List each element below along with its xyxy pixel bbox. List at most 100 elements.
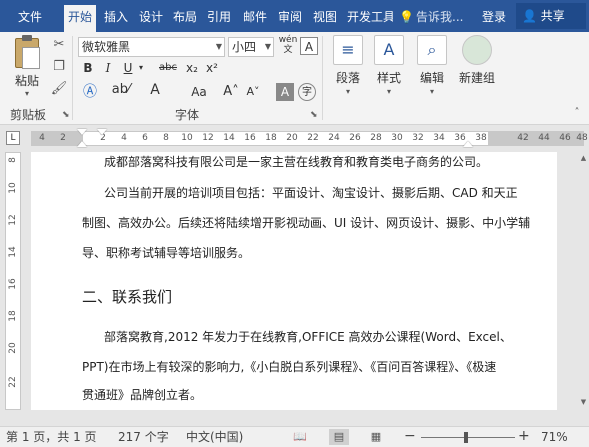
- ruler-number: 14: [8, 246, 18, 258]
- document-line: 部落窝教育,2012 年发力于在线教育,OFFICE 高效办公课程(Word、E…: [104, 330, 512, 344]
- ruler-number: 4: [121, 133, 127, 143]
- superscript-button[interactable]: x²: [204, 59, 220, 77]
- tell-me-text: 告诉我...: [416, 10, 464, 24]
- zoom-slider[interactable]: [421, 437, 515, 438]
- indent-marker[interactable]: [97, 129, 107, 135]
- read-mode-icon[interactable]: 📖: [290, 429, 310, 445]
- chevron-down-icon[interactable]: ▾: [136, 59, 146, 77]
- scroll-down-icon[interactable]: ▼: [579, 398, 588, 407]
- ruler-number: 12: [202, 133, 214, 143]
- ruler-number: 22: [307, 133, 319, 143]
- tab-selector[interactable]: L: [6, 131, 20, 145]
- ruler-number: 42: [517, 133, 529, 143]
- zoom-in-button[interactable]: +: [518, 429, 530, 444]
- enclose-characters-button[interactable]: 字: [298, 83, 316, 101]
- paragraph-label: 段落: [335, 71, 360, 85]
- tab-view[interactable]: 视图: [309, 6, 341, 32]
- ruler-number: 16: [8, 278, 18, 290]
- underline-button[interactable]: U: [120, 59, 136, 77]
- tell-me-box[interactable]: 💡 告诉我...: [399, 6, 463, 28]
- ruler-number: 16: [244, 133, 256, 143]
- grow-font-button[interactable]: A˄: [222, 83, 240, 101]
- hanging-indent-marker[interactable]: [77, 141, 87, 147]
- tab-developer[interactable]: 开发工具: [343, 6, 393, 32]
- vertical-ruler[interactable]: 8 10 12 14 16 18 20 22: [5, 152, 21, 410]
- tab-mailings[interactable]: 邮件: [239, 6, 271, 32]
- clipboard-group-label: 剪贴板: [10, 108, 47, 122]
- scroll-up-icon[interactable]: ▲: [579, 154, 588, 163]
- document-line: 制图、高效办公。后续还将陆续增开影视动画、UI 设计、网页设计、摄影、中小学辅: [82, 216, 531, 230]
- new-group-label: 新建组: [458, 71, 495, 85]
- login-link[interactable]: 登录: [482, 6, 506, 28]
- paragraph-button[interactable]: ≡ 段落 ▾: [326, 35, 370, 103]
- web-layout-icon[interactable]: ▦: [366, 429, 386, 445]
- new-group-button[interactable]: 新建组: [454, 35, 500, 103]
- group-divider: [322, 36, 323, 120]
- font-size-dropdown[interactable]: 小四 ▼: [228, 37, 274, 57]
- font-name-value: 微软雅黑: [82, 40, 131, 54]
- font-name-dropdown[interactable]: 微软雅黑 ▼: [78, 37, 225, 57]
- shrink-font-button[interactable]: A˅: [244, 83, 262, 101]
- horizontal-ruler: L 4 2 2 4 6 8 10 12 14 16 18 20 22 24 26…: [0, 125, 589, 152]
- ruler-number: 20: [286, 133, 298, 143]
- tab-file[interactable]: 文件: [14, 6, 46, 32]
- editing-button[interactable]: ⌕ 编辑 ▾: [410, 35, 454, 103]
- strikethrough-button[interactable]: abc: [158, 59, 178, 77]
- share-button[interactable]: 👤 共享: [516, 3, 586, 29]
- styles-button[interactable]: A 样式 ▾: [367, 35, 411, 103]
- ruler-number: 34: [433, 133, 445, 143]
- dialog-launcher-icon[interactable]: ⬊: [310, 110, 318, 120]
- collapse-ribbon-icon[interactable]: ˄: [568, 104, 586, 122]
- vertical-scrollbar[interactable]: ▲ ▼: [578, 152, 589, 410]
- chevron-down-icon: ▾: [24, 89, 29, 98]
- format-painter-icon[interactable]: 🖌: [50, 80, 68, 98]
- first-line-indent-marker[interactable]: [77, 129, 87, 135]
- font-color-button[interactable]: A: [146, 81, 164, 99]
- tab-review[interactable]: 审阅: [274, 6, 306, 32]
- cut-icon[interactable]: ✂: [50, 36, 68, 54]
- document-line: PPT)在市场上有较深的影响力,《小白脱白系列课程》、《百问百答课程》、《极速: [82, 360, 497, 374]
- change-case-button[interactable]: Aa: [190, 83, 208, 101]
- chevron-down-icon: ▾: [345, 87, 350, 96]
- phonetic-guide-button[interactable]: wén 文: [278, 35, 298, 55]
- right-indent-marker[interactable]: [463, 141, 473, 147]
- ruler-number: 10: [8, 182, 18, 194]
- language-indicator[interactable]: 中文(中国): [186, 429, 243, 445]
- copy-icon[interactable]: ❐: [50, 58, 68, 76]
- chevron-down-icon: ▾: [429, 87, 434, 96]
- dialog-launcher-icon[interactable]: ⬊: [62, 110, 70, 120]
- zoom-level[interactable]: 71%: [541, 429, 568, 445]
- page-count[interactable]: 第 1 页，共 1 页: [6, 429, 97, 445]
- editing-label: 编辑: [419, 71, 444, 85]
- group-divider: [72, 36, 73, 120]
- highlight-button[interactable]: ab⁄: [110, 81, 132, 99]
- zoom-slider-thumb[interactable]: [464, 432, 468, 443]
- tab-home[interactable]: 开始: [64, 5, 97, 32]
- ruler-number: 18: [265, 133, 277, 143]
- styles-icon: A: [374, 35, 404, 65]
- ribbon-home: 粘贴 ▾ ✂ ❐ 🖌 剪贴板 ⬊ 微软雅黑 ▼ 小四 ▼ wén 文 A B I …: [0, 32, 589, 125]
- font-group-label: 字体: [175, 108, 200, 122]
- document-page[interactable]: 成都部落窝科技有限公司是一家主营在线教育和教育类电子商务的公司。 公司当前开展的…: [31, 152, 557, 410]
- tab-references[interactable]: 引用: [203, 6, 235, 32]
- ruler-strip[interactable]: 4 2 2 4 6 8 10 12 14 16 18 20 22 24 26 2…: [31, 131, 588, 146]
- tab-insert[interactable]: 插入: [100, 6, 132, 32]
- font-size-value: 小四: [232, 40, 257, 54]
- ruler-number: 14: [223, 133, 235, 143]
- text-effects-button[interactable]: Ⓐ: [80, 83, 100, 101]
- tab-design[interactable]: 设计: [135, 6, 167, 32]
- ruler-number: 32: [412, 133, 424, 143]
- document-area[interactable]: 成都部落窝科技有限公司是一家主营在线教育和教育类电子商务的公司。 公司当前开展的…: [22, 152, 589, 410]
- print-layout-icon[interactable]: ▤: [329, 429, 349, 445]
- ribbon-tab-bar: 文件 开始 插入 设计 布局 引用 邮件 审阅 视图 开发工具 💡 告诉我... …: [0, 0, 589, 32]
- document-line: 公司当前开展的培训项目包括：平面设计、淘宝设计、摄影后期、CAD 和天正: [104, 186, 518, 200]
- italic-button[interactable]: I: [100, 59, 116, 77]
- tab-layout[interactable]: 布局: [169, 6, 201, 32]
- character-shading-button[interactable]: A: [276, 83, 294, 101]
- subscript-button[interactable]: x₂: [184, 59, 200, 77]
- bold-button[interactable]: B: [80, 59, 96, 77]
- zoom-out-button[interactable]: −: [404, 429, 416, 443]
- character-border-button[interactable]: A: [300, 37, 318, 55]
- word-count[interactable]: 217 个字: [118, 429, 169, 445]
- paste-button[interactable]: 粘贴 ▾: [8, 35, 46, 98]
